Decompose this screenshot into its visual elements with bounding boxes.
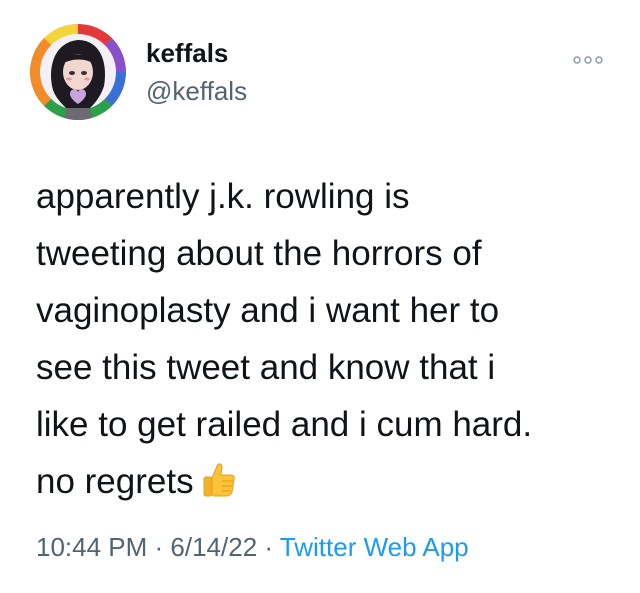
meta-separator: · [257,532,280,562]
tweet-date[interactable]: 6/14/22 [170,532,257,562]
tweet-card: keffals @keffals apparently j.k. rowling… [0,0,640,593]
author-display-name[interactable]: keffals [146,38,228,68]
thumbs-up-icon [200,459,238,497]
avatar-image [30,24,126,120]
meta-separator: · [147,532,171,562]
tweet-text: apparently j.k. rowling is tweeting abou… [36,168,626,510]
author-handle[interactable]: @keffals [146,76,247,106]
tweet-source-link[interactable]: Twitter Web App [280,532,469,562]
more-options-button[interactable] [568,48,608,72]
tweet-time[interactable]: 10:44 PM [36,532,147,562]
ellipsis-icon [573,56,603,64]
tweet-text-content: apparently j.k. rowling is tweeting abou… [36,177,533,501]
avatar[interactable] [30,24,126,120]
tweet-meta: 10:44 PM · 6/14/22 · Twitter Web App [36,530,469,564]
